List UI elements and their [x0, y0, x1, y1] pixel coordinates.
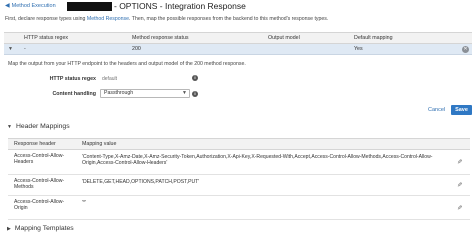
content-handling-label: Content handling	[52, 91, 96, 97]
info-icon[interactable]: i	[192, 91, 198, 97]
intro-text: First, declare response types using Meth…	[5, 16, 328, 22]
back-to-method-execution-link[interactable]: ◀ Method Execution	[5, 2, 56, 10]
column-method-response-status: Method response status	[132, 35, 189, 41]
mapping-value: '*'	[76, 195, 446, 220]
integration-responses-table: HTTP status regex Method response status…	[4, 32, 472, 55]
row-toggle[interactable]: ▼	[4, 46, 24, 52]
intro-after: . Then, map the possible responses from …	[129, 16, 329, 22]
cancel-button[interactable]: Cancel	[428, 107, 445, 113]
top-bar: ◀ Method Execution - OPTIONS - Integrati…	[0, 0, 474, 14]
edit-cell: ✎	[446, 174, 470, 196]
header-mappings-table: Response header Mapping value Access-Con…	[8, 138, 470, 220]
table-row: Access-Control-Allow-Origin '*' ✎	[8, 195, 470, 220]
content-handling-select[interactable]: Passthrough ▼	[100, 89, 190, 98]
edit-cell: ✎	[446, 149, 470, 175]
http-status-regex-input[interactable]	[100, 74, 190, 83]
pencil-icon[interactable]: ✎	[457, 182, 462, 189]
content-handling-value: Passthrough	[104, 90, 134, 96]
caret-down-icon: ▼	[7, 123, 12, 130]
regex-label: HTTP status regex	[49, 76, 96, 82]
mapping-templates-title: Mapping Templates	[14, 225, 74, 232]
save-button[interactable]: Save	[451, 105, 472, 115]
mapping-value: 'Content-Type,X-Amz-Date,X-Amz-Security-…	[76, 149, 446, 175]
column-response-header: Response header	[8, 138, 76, 150]
caret-right-icon: ▶	[7, 225, 11, 232]
edit-cell: ✎	[446, 195, 470, 220]
table-row[interactable]: ▼ - 200 Yes ✕	[4, 44, 472, 55]
table-header: HTTP status regex Method response status…	[4, 32, 472, 44]
header-mappings-title: Header Mappings	[15, 123, 70, 130]
redacted-resource-name	[67, 2, 112, 11]
left-arrow-icon: ◀	[5, 3, 10, 9]
method-response-link[interactable]: Method Response	[87, 16, 129, 22]
chevron-down-icon: ▼	[182, 90, 187, 96]
back-link-label: Method Execution	[11, 2, 56, 9]
pencil-icon[interactable]: ✎	[457, 205, 462, 212]
mapping-templates-section-toggle[interactable]: ▶ Mapping Templates	[7, 225, 74, 232]
response-detail-panel: Map the output from your HTTP endpoint t…	[4, 57, 472, 249]
response-header-name: Access-Control-Allow-Origin	[8, 195, 76, 220]
response-header-name: Access-Control-Allow-Methods	[8, 174, 76, 196]
column-actions	[446, 138, 470, 150]
pencil-icon[interactable]: ✎	[457, 159, 462, 166]
page-title: - OPTIONS - Integration Response	[114, 1, 246, 11]
info-icon[interactable]: i	[192, 75, 198, 81]
caret-down-icon: ▼	[8, 46, 13, 52]
row-regex: -	[24, 46, 26, 52]
table-row: Access-Control-Allow-Headers 'Content-Ty…	[8, 149, 470, 175]
close-circle-icon[interactable]: ✕	[462, 46, 469, 53]
row-status: 200	[132, 46, 141, 52]
header-mappings-section-toggle[interactable]: ▼ Header Mappings	[7, 123, 70, 130]
column-mapping-value: Mapping value	[76, 138, 446, 150]
column-default-mapping: Default mapping	[354, 35, 393, 41]
table-row: Access-Control-Allow-Methods 'DELETE,GET…	[8, 174, 470, 196]
detail-description: Map the output from your HTTP endpoint t…	[8, 61, 246, 67]
mapping-value: 'DELETE,GET,HEAD,OPTIONS,PATCH,POST,PUT'	[76, 174, 446, 196]
column-http-status-regex: HTTP status regex	[24, 35, 69, 41]
row-default: Yes	[354, 46, 363, 52]
column-output-model: Output model	[268, 35, 300, 41]
intro-before: First, declare response types using	[5, 16, 87, 22]
response-header-name: Access-Control-Allow-Headers	[8, 149, 76, 175]
table-header: Response header Mapping value	[8, 138, 470, 150]
